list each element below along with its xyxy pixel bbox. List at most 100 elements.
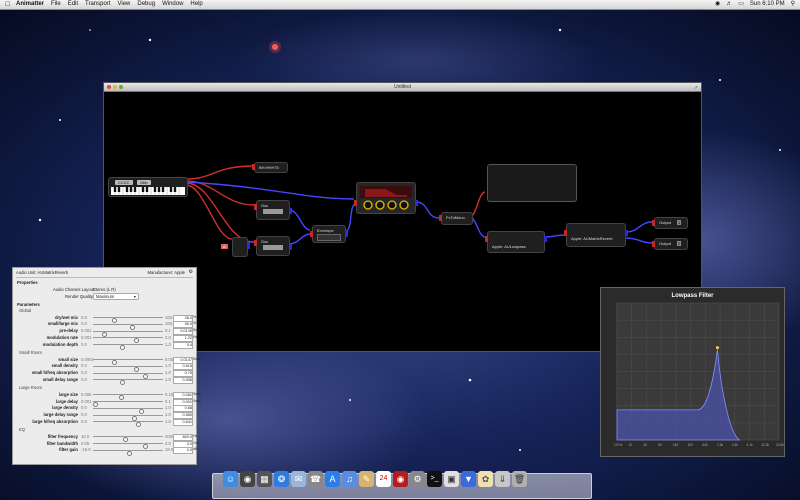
param-slider-knob[interactable] — [119, 380, 125, 386]
lowpass-out-port[interactable] — [544, 236, 547, 242]
menu-debug[interactable]: Debug — [137, 0, 155, 9]
mail-icon[interactable]: ✉ — [291, 471, 306, 487]
system-preferences-icon[interactable]: ⚙ — [410, 471, 425, 487]
empty-panel-node[interactable] — [487, 164, 577, 202]
param-value-field[interactable]: 0.0 — [173, 447, 193, 455]
param-group-small-room[interactable]: Small Room — [19, 350, 42, 355]
param-slider[interactable] — [93, 407, 163, 414]
menu-window[interactable]: Window — [162, 0, 183, 9]
output-1-node[interactable]: Output 1 — [652, 217, 688, 229]
synth-in-port[interactable] — [354, 200, 357, 206]
param-slider-knob[interactable] — [119, 345, 125, 351]
lowpass-response-graph[interactable]: 10 Hz 20 40 80 160 320 640 1.3k 2.6k 5.1k 10.2k 20.… — [601, 288, 784, 456]
facetime-icon[interactable]: ☎ — [308, 471, 323, 487]
synth-module-node[interactable] — [354, 182, 418, 214]
osc1-slider[interactable] — [263, 209, 283, 214]
param-slider[interactable] — [93, 359, 163, 365]
plugin-icon[interactable]: ✿ — [478, 471, 493, 487]
envelope-in-port[interactable] — [310, 231, 313, 237]
volume-icon[interactable]: ♬ — [726, 0, 732, 9]
menu-clock[interactable]: Sun 6:10 PM — [750, 0, 785, 9]
calendar-icon[interactable]: 24 — [376, 471, 391, 487]
top-output-node[interactable]: BH:HHH75 — [252, 162, 288, 173]
preview-icon[interactable]: ▣ — [444, 471, 459, 487]
osc1-in-port[interactable] — [254, 204, 257, 210]
osc1-node[interactable]: Osc — [254, 200, 292, 220]
param-slider[interactable] — [93, 330, 163, 337]
wifi-icon[interactable]: ◉ — [715, 0, 720, 9]
minimize-window-icon[interactable] — [113, 85, 117, 89]
param-slider[interactable] — [93, 449, 163, 456]
reverb-in-port[interactable] — [564, 230, 567, 236]
param-slider-knob[interactable] — [126, 450, 132, 456]
param-group-eq[interactable]: EQ — [19, 427, 25, 432]
menu-edit[interactable]: Edit — [68, 0, 78, 9]
menu-file[interactable]: File — [51, 0, 61, 9]
close-window-icon[interactable] — [107, 85, 111, 89]
output-2-node[interactable]: Output 2 — [652, 238, 688, 250]
synth-out-port[interactable] — [415, 200, 418, 206]
param-slider[interactable] — [93, 344, 163, 351]
param-group-global[interactable]: Global — [19, 308, 31, 313]
menu-transport[interactable]: Transport — [85, 0, 110, 9]
output-1-in-port[interactable] — [652, 220, 655, 226]
param-slider[interactable] — [93, 436, 163, 443]
param-value-field[interactable]: 0.641 — [173, 418, 193, 426]
apple-icon[interactable]:  — [5, 0, 10, 9]
param-slider[interactable] — [93, 394, 163, 401]
output-2-in-port[interactable] — [652, 241, 655, 247]
osc2-node[interactable]: Osc — [254, 236, 292, 256]
lowpass-node[interactable]: Apple: AULowpass — [485, 231, 547, 253]
fx-mono-node[interactable]: FxToMono — [439, 212, 473, 225]
app-store-icon[interactable]: A — [325, 471, 340, 487]
osc2-slider[interactable] — [263, 245, 283, 250]
battery-icon[interactable]: ▭ — [738, 0, 744, 9]
param-value-field[interactable]: 0.4 — [173, 341, 193, 349]
param-slider-knob[interactable] — [135, 422, 141, 428]
mini-port-out[interactable] — [247, 243, 250, 249]
mission-control-icon[interactable]: ▦ — [257, 471, 272, 487]
top-output-port[interactable] — [252, 164, 255, 170]
param-slider[interactable] — [93, 337, 163, 344]
menu-app-name[interactable]: Animatter — [16, 0, 44, 9]
gear-icon[interactable]: ⚙ — [189, 269, 193, 275]
param-slider[interactable] — [93, 443, 163, 449]
param-slider[interactable] — [93, 414, 163, 421]
param-slider[interactable] — [93, 317, 163, 323]
mini-port-node[interactable]: A — [221, 237, 250, 257]
envelope-out-port[interactable] — [345, 231, 348, 237]
render-quality-select[interactable]: Maximum ▾ — [93, 293, 139, 300]
param-group-large-room[interactable]: Large Room — [19, 385, 42, 390]
terminal-icon[interactable]: >_ — [427, 471, 442, 487]
spotlight-icon[interactable]: ⚲ — [791, 0, 795, 9]
zoom-window-icon[interactable] — [119, 85, 123, 89]
downloads-icon[interactable]: ⇓ — [495, 471, 510, 487]
param-slider[interactable] — [93, 372, 163, 379]
fx-mono-in-port[interactable] — [439, 215, 442, 221]
cutoff-handle[interactable] — [715, 346, 719, 350]
param-slider[interactable] — [93, 365, 163, 372]
fullscreen-icon[interactable]: ↗ — [694, 84, 698, 92]
menu-help[interactable]: Help — [190, 0, 202, 9]
menu-view[interactable]: View — [117, 0, 130, 9]
photo-booth-icon[interactable]: ◉ — [393, 471, 408, 487]
trash-icon[interactable]: 🗑 — [512, 471, 527, 487]
param-value-field[interactable]: 0.396 — [173, 376, 193, 384]
param-slider[interactable] — [93, 323, 163, 330]
dashboard-icon[interactable]: ◉ — [240, 471, 255, 487]
param-slider[interactable] — [93, 421, 163, 428]
piano-keys-icon[interactable] — [111, 187, 185, 195]
reverb-out-port[interactable] — [625, 230, 628, 236]
safari-icon[interactable]: ❂ — [274, 471, 289, 487]
osc2-out-port[interactable] — [289, 244, 292, 250]
animatter-icon[interactable]: ▼ — [461, 471, 476, 487]
lowpass-in-port[interactable] — [485, 236, 488, 242]
notes-icon[interactable]: ✎ — [359, 471, 374, 487]
param-slider[interactable] — [93, 379, 163, 386]
reverb-node[interactable]: Apple: AUMatrixReverb — [564, 223, 628, 247]
param-slider[interactable] — [93, 401, 163, 407]
keyboard-node[interactable]: CCCC Gbb — [108, 177, 188, 197]
osc2-in-port[interactable] — [254, 240, 257, 246]
osc1-out-port[interactable] — [289, 208, 292, 214]
itunes-icon[interactable]: ♫ — [342, 471, 357, 487]
